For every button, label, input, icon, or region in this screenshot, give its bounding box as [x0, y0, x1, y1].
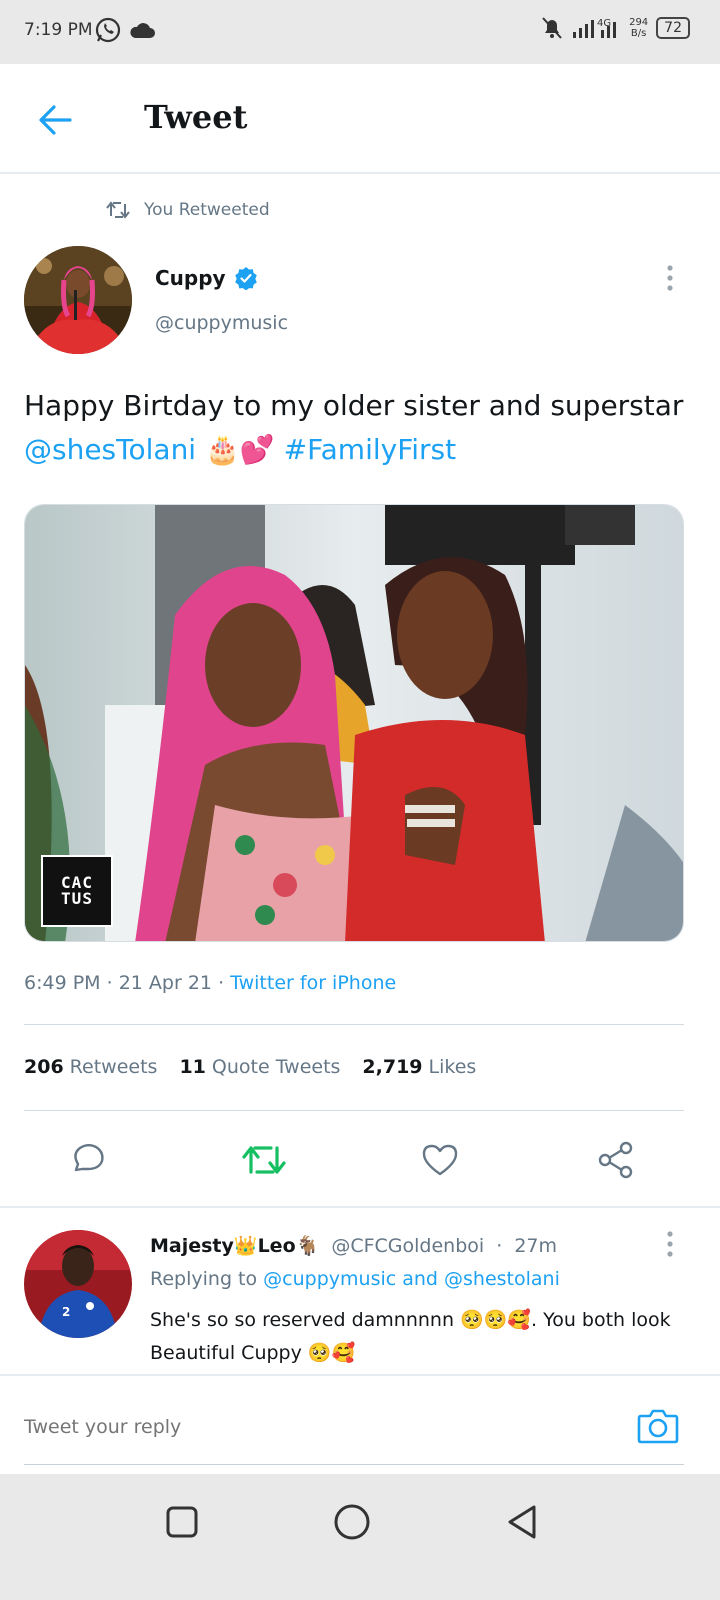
camera-icon[interactable] — [636, 1406, 680, 1446]
retweet-button[interactable] — [238, 1134, 290, 1186]
author-handle[interactable]: @cuppymusic — [155, 312, 288, 334]
status-left-icons — [94, 16, 156, 44]
composer-underline — [24, 1464, 684, 1465]
reply-button[interactable] — [62, 1134, 114, 1186]
likes-stat[interactable]: 2,719 Likes — [362, 1056, 476, 1078]
tweet-actions — [0, 1134, 720, 1186]
share-button[interactable] — [590, 1134, 642, 1186]
battery-indicator: 72 — [656, 17, 690, 39]
reply-text: She's so so reserved damnnnnn 🥺🥺🥰. You b… — [150, 1309, 671, 1364]
tweet-hashtag-link[interactable]: #FamilyFirst — [284, 433, 456, 466]
retweet-icon — [242, 1146, 286, 1174]
reply-avatar[interactable]: 2 — [24, 1230, 132, 1338]
mute-icon — [542, 17, 562, 39]
reply-time: 27m — [514, 1235, 558, 1257]
retweet-icon — [106, 201, 130, 219]
top-bar: Tweet — [0, 64, 720, 174]
share-icon — [598, 1141, 633, 1179]
retweets-stat[interactable]: 206 Retweets — [24, 1056, 157, 1078]
tweet-body: Happy Birtday to my older sister and sup… — [24, 389, 684, 422]
status-time: 7:19 PM — [24, 20, 93, 40]
author-name[interactable]: Cuppy — [155, 266, 258, 290]
reply-author-name[interactable]: Majesty👑Leo🐐 — [150, 1235, 319, 1257]
tweet-photo[interactable]: CAC TUS — [24, 504, 684, 942]
cactus-watermark: CAC TUS — [41, 855, 113, 927]
network-speed: 294 B/s — [629, 17, 649, 39]
reply-handle[interactable]: @CFCGoldenboi — [331, 1235, 484, 1257]
tweet-mention-link[interactable]: @shesTolani — [24, 433, 196, 466]
author-avatar[interactable] — [24, 246, 132, 354]
author-name-text: Cuppy — [155, 266, 226, 290]
retweet-banner: You Retweeted — [106, 200, 270, 220]
tweet-date: 21 Apr 21 — [118, 972, 213, 994]
signal-icon: 4G — [573, 18, 617, 38]
page-title: Tweet — [144, 98, 248, 136]
section-separator — [0, 1206, 720, 1208]
tweet-stats: 206 Retweets 11 Quote Tweets 2,719 Likes — [24, 1056, 476, 1078]
retweet-label: You Retweeted — [144, 200, 270, 220]
status-bar: 7:19 PM 4G 294 B/s 72 — [0, 0, 720, 64]
back-nav-icon[interactable] — [500, 1500, 544, 1544]
verified-badge-icon — [234, 267, 257, 290]
tweet-source-link[interactable]: Twitter for iPhone — [230, 972, 396, 994]
heart-icon — [422, 1144, 458, 1176]
like-button[interactable] — [414, 1134, 466, 1186]
tweet-emojis: 🎂💕 — [205, 433, 275, 466]
tweet-time: 6:49 PM — [24, 972, 101, 994]
quote-tweets-stat[interactable]: 11 Quote Tweets — [179, 1056, 340, 1078]
replying-to-links[interactable]: @cuppymusic and @shestolani — [263, 1268, 560, 1290]
more-options-icon[interactable] — [664, 264, 676, 292]
status-right-icons: 4G 294 B/s 72 — [541, 16, 690, 40]
back-arrow-icon[interactable] — [34, 98, 78, 142]
tweet-text: Happy Birtday to my older sister and sup… — [24, 384, 696, 472]
replying-to: Replying to @cuppymusic and @shestolani — [150, 1268, 560, 1290]
reply-input[interactable] — [24, 1416, 584, 1438]
tweet-meta: 6:49 PM · 21 Apr 21 · Twitter for iPhone — [24, 972, 397, 994]
reply-composer — [0, 1374, 720, 1474]
cloud-icon — [130, 23, 155, 38]
svg-text:2: 2 — [62, 1305, 70, 1319]
divider — [24, 1110, 684, 1111]
comment-icon — [74, 1144, 104, 1172]
whatsapp-icon — [95, 17, 121, 43]
reply-header: Majesty👑Leo🐐 @CFCGoldenboi · 27m — [150, 1235, 558, 1257]
reply-more-options-icon[interactable] — [664, 1230, 676, 1258]
divider — [24, 1024, 684, 1025]
system-nav-bar — [0, 1474, 720, 1600]
home-icon[interactable] — [330, 1500, 374, 1544]
recent-apps-icon[interactable] — [160, 1500, 204, 1544]
